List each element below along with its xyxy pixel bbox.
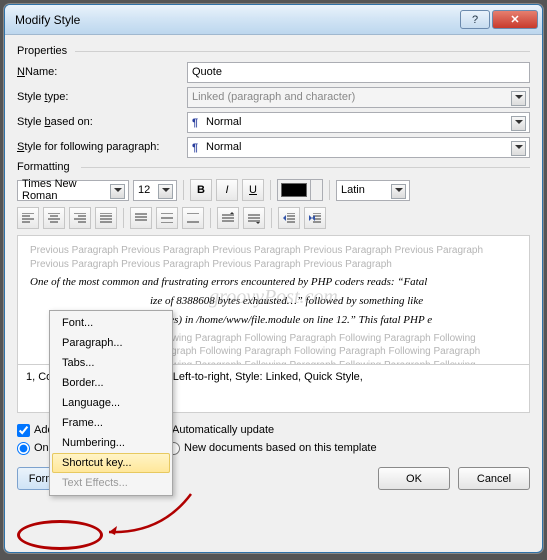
menu-frame[interactable]: Frame... (52, 413, 170, 433)
spacing-2-button[interactable] (182, 207, 204, 229)
menu-tabs[interactable]: Tabs... (52, 353, 170, 373)
preview-ghost-after: Following Paragraph Following Paragraph … (150, 332, 517, 365)
properties-group-label: Properties (17, 45, 530, 57)
underline-button[interactable]: U (242, 179, 264, 201)
help-button[interactable]: ? (460, 10, 490, 29)
format-menu: Font... Paragraph... Tabs... Border... L… (49, 310, 173, 496)
menu-border[interactable]: Border... (52, 373, 170, 393)
following-label: Style for following paragraph: (17, 141, 187, 153)
following-select[interactable]: ¶Normal (187, 137, 530, 158)
preview-sample-1: One of the most common and frustrating e… (30, 275, 517, 290)
formatting-group-label: Formatting (17, 161, 530, 173)
new-docs-radio-label[interactable]: New documents based on this template (167, 439, 530, 457)
italic-button[interactable]: I (216, 179, 238, 201)
bold-button[interactable]: B (190, 179, 212, 201)
align-right-button[interactable] (69, 207, 91, 229)
font-face-select[interactable]: Times New Roman (17, 180, 129, 201)
space-before-down-button[interactable] (243, 207, 265, 229)
based-on-select[interactable]: ¶Normal (187, 112, 530, 133)
annotation-ellipse (17, 520, 103, 550)
menu-numbering[interactable]: Numbering... (52, 433, 170, 453)
preview-sample-3: f bytes) in /home/www/file.module on lin… (150, 313, 517, 328)
script-select[interactable]: Latin (336, 180, 410, 201)
space-before-up-button[interactable] (217, 207, 239, 229)
decrease-indent-button[interactable] (278, 207, 300, 229)
modify-style-dialog: Modify Style ? ✕ Properties NName: Style… (4, 4, 543, 553)
add-quick-style-checkbox[interactable] (17, 424, 30, 437)
auto-update-label: Automatically update (172, 424, 274, 436)
close-button[interactable]: ✕ (492, 10, 538, 29)
window-title: Modify Style (15, 13, 458, 27)
menu-language[interactable]: Language... (52, 393, 170, 413)
style-type-select: Linked (paragraph and character) (187, 87, 530, 108)
preview-ghost-before: Previous Paragraph Previous Paragraph Pr… (30, 244, 517, 271)
based-on-label: Style based on: (17, 116, 187, 128)
menu-font[interactable]: Font... (52, 313, 170, 333)
menu-paragraph[interactable]: Paragraph... (52, 333, 170, 353)
style-type-label: Style type: (17, 91, 187, 103)
increase-indent-button[interactable] (304, 207, 326, 229)
font-size-select[interactable]: 12 (133, 180, 177, 201)
menu-shortcut-key[interactable]: Shortcut key... (52, 453, 170, 473)
titlebar[interactable]: Modify Style ? ✕ (5, 5, 542, 35)
cancel-button[interactable]: Cancel (458, 467, 530, 490)
spacing-15-button[interactable] (156, 207, 178, 229)
align-justify-button[interactable] (95, 207, 117, 229)
name-label: NName: (17, 66, 187, 78)
align-center-button[interactable] (43, 207, 65, 229)
preview-sample-2: ize of 8388608 bytes exhausted…” followe… (150, 294, 517, 309)
ok-button[interactable]: OK (378, 467, 450, 490)
name-input[interactable] (187, 62, 530, 83)
align-left-button[interactable] (17, 207, 39, 229)
font-color-button[interactable] (277, 179, 323, 201)
spacing-1-button[interactable] (130, 207, 152, 229)
only-doc-radio[interactable] (17, 442, 30, 455)
menu-text-effects: Text Effects... (52, 473, 170, 493)
